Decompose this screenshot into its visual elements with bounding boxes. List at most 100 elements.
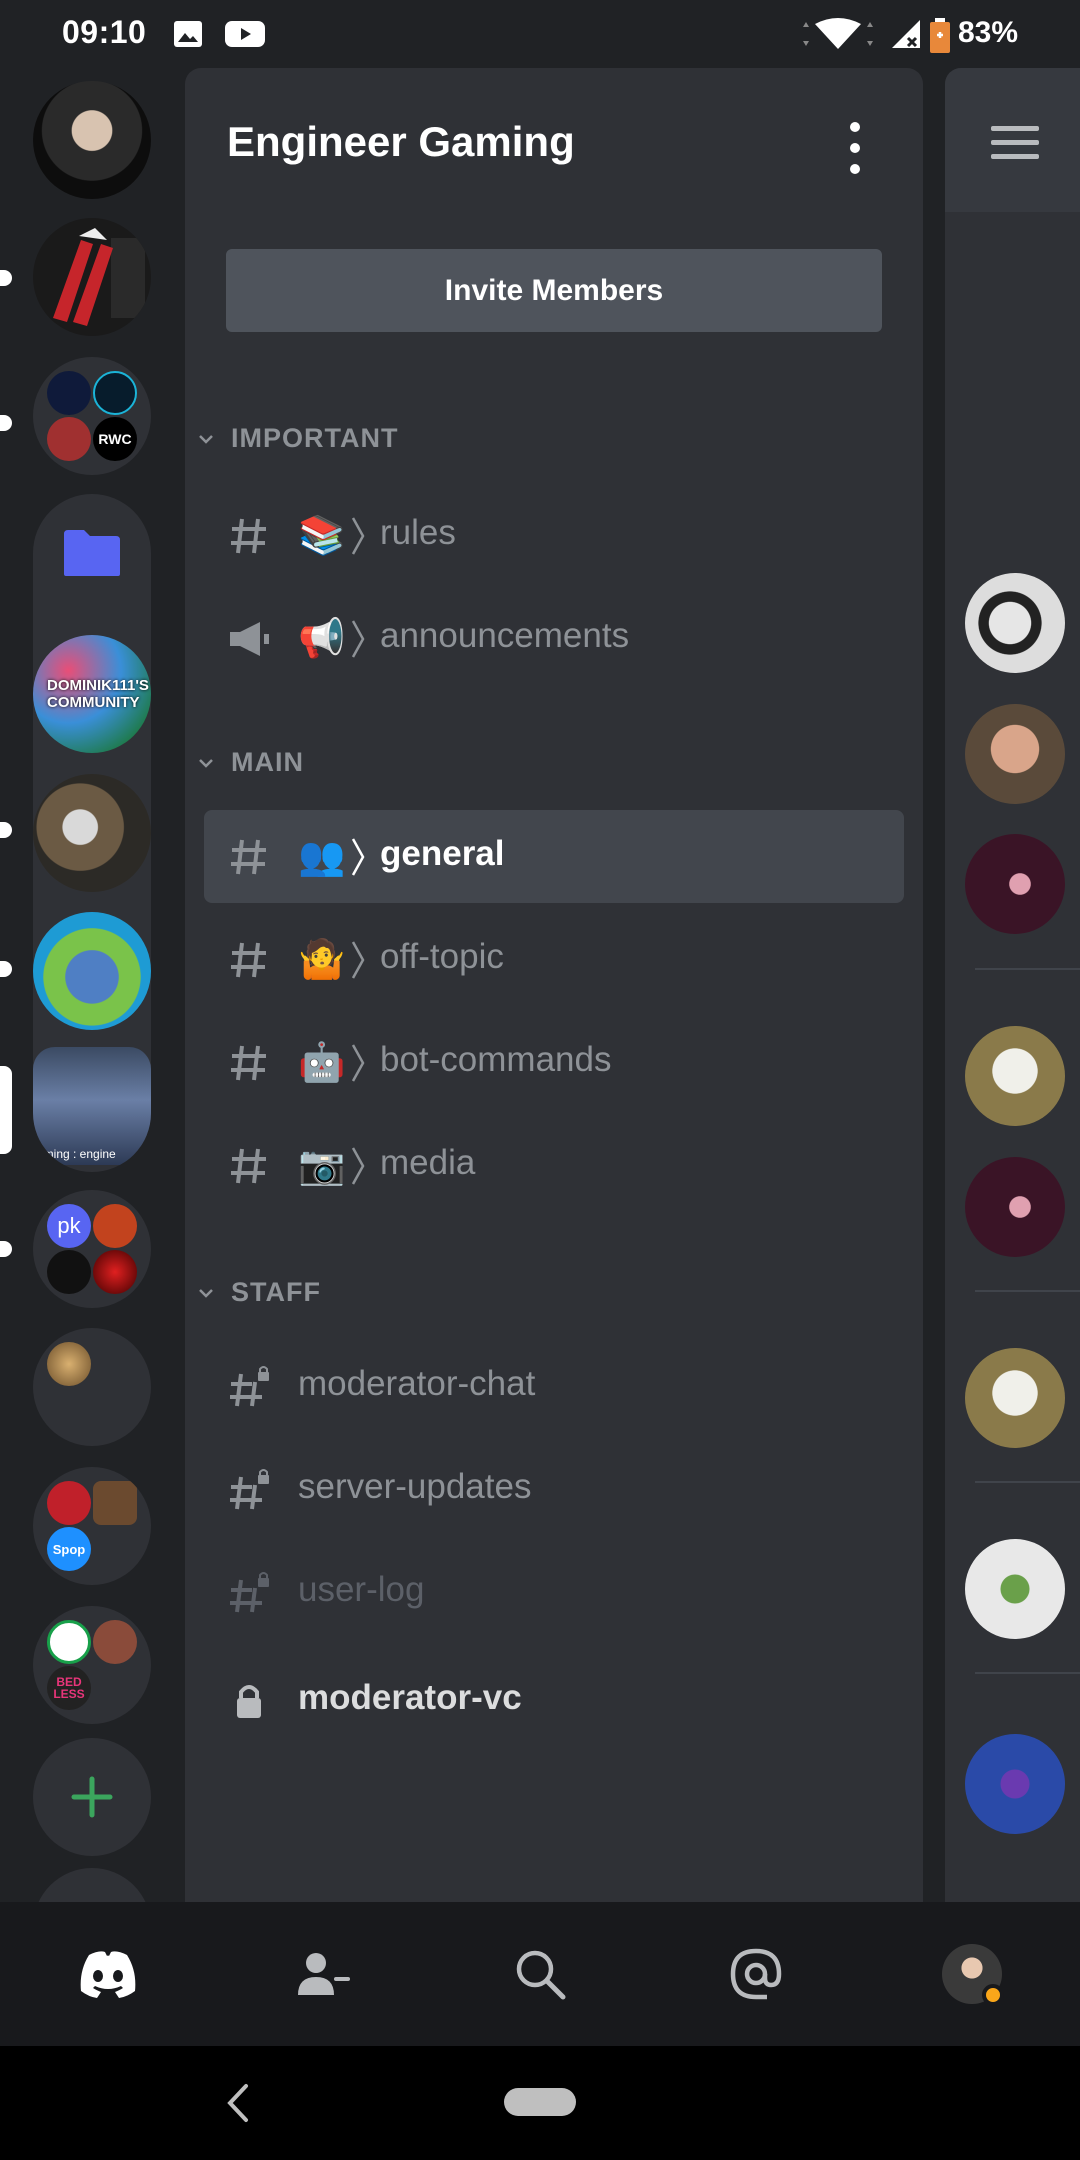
member-avatar[interactable] [965, 1539, 1065, 1639]
mini-server-icon [47, 417, 91, 461]
wifi-icon [803, 18, 873, 49]
channel-name: general [380, 834, 505, 873]
server-folder-1[interactable]: RWC [33, 357, 151, 475]
member-avatar[interactable] [965, 834, 1065, 934]
server-icon-community[interactable]: DOMINIK111'S COMMUNITY [33, 635, 151, 753]
member-avatar[interactable] [965, 1734, 1065, 1834]
server-name[interactable]: Engineer Gaming [227, 118, 575, 166]
member-divider [975, 1481, 1080, 1483]
battery-percent: 83% [957, 16, 1018, 49]
mini-server-icon: pk [47, 1204, 91, 1248]
locked-hash-icon [230, 1366, 269, 1407]
separator-icon [351, 941, 365, 979]
mini-server-icon [93, 1620, 137, 1664]
friends-icon[interactable] [288, 1938, 360, 2010]
chevron-down-icon [199, 434, 213, 444]
mini-server-icon [93, 371, 137, 415]
unread-indicator [0, 415, 12, 431]
server-folder-4[interactable]: Spop [33, 1467, 151, 1585]
mini-server-icon: Spop [47, 1527, 91, 1571]
server-icon-red-stripes[interactable] [33, 218, 151, 336]
category-staff[interactable]: STAFF [195, 1277, 321, 1308]
channel-off-topic[interactable]: 🤷 off-topic [204, 913, 904, 1006]
channel-moderator-chat[interactable]: moderator-chat [204, 1340, 904, 1433]
channel-rules[interactable]: 📚 rules [204, 489, 904, 582]
separator-icon [351, 838, 365, 876]
mini-server-icon [93, 1481, 137, 1525]
locked-hash-icon [230, 1469, 269, 1510]
channel-name: off-topic [380, 937, 504, 976]
mini-server-icon: RWC [93, 417, 137, 461]
server-folder-3[interactable] [33, 1328, 151, 1446]
status-idle-indicator [982, 1984, 1004, 2006]
member-avatar[interactable] [965, 1157, 1065, 1257]
server-icon-user-avatar[interactable] [33, 81, 151, 199]
server-icon-photo[interactable] [33, 774, 151, 892]
chevron-down-icon [199, 1288, 213, 1298]
mini-server-icon: BED LESS [47, 1666, 91, 1710]
channel-announcements[interactable]: 📢 announcements [204, 592, 904, 685]
unread-indicator [0, 1241, 12, 1257]
member-avatar[interactable] [965, 573, 1065, 673]
back-icon[interactable] [220, 2080, 254, 2126]
invite-members-button[interactable]: Invite Members [226, 249, 882, 332]
channel-panel: Engineer Gaming Invite Members IMPORTANT… [185, 68, 923, 1902]
hamburger-menu-icon[interactable] [991, 126, 1039, 160]
discord-home-icon[interactable] [72, 1938, 144, 2010]
channel-name: moderator-vc [298, 1678, 522, 1717]
server-icon-blueberries[interactable] [33, 912, 151, 1030]
image-icon [174, 21, 202, 47]
member-divider [975, 1290, 1080, 1292]
category-main[interactable]: MAIN [195, 747, 304, 778]
mini-server-label: Spop [52, 1541, 86, 1557]
channel-name: bot-commands [380, 1040, 612, 1079]
separator-icon [351, 1044, 365, 1082]
home-pill[interactable] [504, 2088, 576, 2116]
megaphone-icon [230, 622, 269, 656]
status-bar: 09:10 83% [0, 0, 1080, 68]
channel-general[interactable]: 👥 general [204, 810, 904, 903]
mini-server-icon [47, 371, 91, 415]
search-icon[interactable] [504, 1938, 576, 2010]
channel-bot-commands[interactable]: 🤖 bot-commands [204, 1016, 904, 1109]
category-important[interactable]: IMPORTANT [195, 423, 398, 454]
channel-name: moderator-chat [298, 1364, 536, 1403]
separator-icon [351, 620, 365, 658]
channel-media[interactable]: 📷 media [204, 1119, 904, 1212]
mini-server-icon [47, 1250, 91, 1294]
hash-icon [231, 942, 266, 978]
server-folder-5[interactable]: BED LESS [33, 1606, 151, 1724]
server-rail: RWC DOMINIK111'S COMMUNITY aming : engin… [0, 68, 185, 1902]
status-time: 09:10 [62, 14, 147, 50]
community-label: DOMINIK111'S COMMUNITY [47, 677, 149, 711]
more-options-icon[interactable] [840, 120, 870, 176]
hash-icon [231, 1148, 266, 1184]
server-folder-2[interactable]: pk [33, 1190, 151, 1308]
plus-icon [71, 1776, 113, 1818]
channel-moderator-vc[interactable]: moderator-vc [204, 1654, 904, 1747]
channel-server-updates[interactable]: server-updates [204, 1443, 904, 1536]
channel-user-log[interactable]: user-log [204, 1546, 904, 1639]
channel-name: announcements [380, 616, 630, 655]
mini-server-label: RWC [98, 431, 132, 447]
mentions-icon[interactable] [720, 1938, 792, 2010]
discover-servers-button[interactable] [33, 1868, 151, 1902]
hash-icon [231, 518, 266, 554]
server-icon-engineer-gaming[interactable]: aming : engine [33, 1047, 151, 1165]
member-avatar[interactable] [965, 704, 1065, 804]
category-label: STAFF [231, 1277, 321, 1307]
channel-name: server-updates [298, 1467, 532, 1506]
channel-emoji: 🤖 [298, 1040, 346, 1084]
add-server-button[interactable] [33, 1738, 151, 1856]
profile-avatar[interactable] [936, 1938, 1008, 2010]
separator-icon [351, 517, 365, 555]
channel-name: user-log [298, 1570, 425, 1609]
member-avatar[interactable] [965, 1348, 1065, 1448]
member-avatar[interactable] [965, 1026, 1065, 1126]
unread-indicator [0, 961, 12, 977]
hash-icon [231, 1045, 266, 1081]
system-navigation-bar [0, 2046, 1080, 2160]
channel-emoji: 📢 [298, 616, 346, 660]
server-folder-expanded[interactable]: DOMINIK111'S COMMUNITY aming : engine [33, 494, 151, 1172]
active-server-label: aming : engine [37, 1147, 116, 1161]
